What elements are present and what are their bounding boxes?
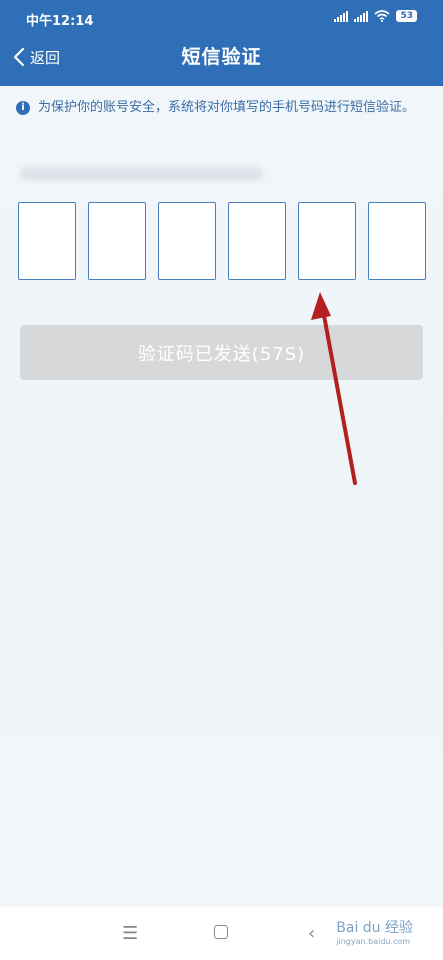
battery-icon: 53 bbox=[396, 10, 417, 22]
signal-icon bbox=[334, 10, 349, 22]
info-tip-text: 为保护你的账号安全，系统将对你填写的手机号码进行短信验证。 bbox=[38, 100, 416, 115]
watermark-url: jingyan.baidu.com bbox=[336, 937, 411, 946]
blurred-phone-text bbox=[20, 167, 263, 181]
code-digit-box-1[interactable] bbox=[18, 202, 76, 280]
resend-code-button[interactable]: 验证码已发送(57S) bbox=[20, 325, 423, 380]
status-icons: 53 bbox=[334, 10, 417, 22]
info-icon: i bbox=[16, 101, 30, 115]
header-bar: 中午12:14 53 返回 短信验证 bbox=[0, 0, 443, 86]
code-digit-box-4[interactable] bbox=[228, 202, 286, 280]
nav-bar: 返回 短信验证 bbox=[0, 36, 443, 82]
signal-icon-2 bbox=[354, 10, 369, 22]
home-icon[interactable] bbox=[214, 925, 228, 939]
status-time: 中午12:14 bbox=[26, 14, 94, 29]
code-digit-box-2[interactable] bbox=[88, 202, 146, 280]
watermark-logo: Bai du 经验 jingyan.baidu.com bbox=[336, 917, 413, 946]
system-back-icon[interactable]: ‹ bbox=[308, 923, 315, 944]
info-tip: i 为保护你的账号安全，系统将对你填写的手机号码进行短信验证。 bbox=[16, 96, 426, 120]
annotation-arrow-icon bbox=[311, 292, 357, 485]
code-digit-box-6[interactable] bbox=[368, 202, 426, 280]
system-nav-bar: ☰ ‹ Bai du 经验 jingyan.baidu.com bbox=[0, 907, 443, 960]
code-digit-box-5[interactable] bbox=[298, 202, 356, 280]
status-bar: 中午12:14 53 bbox=[0, 0, 443, 36]
menu-icon[interactable]: ☰ bbox=[122, 923, 138, 944]
resend-code-label: 验证码已发送(57S) bbox=[137, 343, 306, 365]
wifi-icon bbox=[374, 10, 390, 22]
page-title: 短信验证 bbox=[181, 46, 262, 68]
code-digit-box-3[interactable] bbox=[158, 202, 216, 280]
watermark-brand: Bai du 经验 bbox=[336, 920, 413, 936]
verification-code-input[interactable] bbox=[18, 202, 426, 280]
